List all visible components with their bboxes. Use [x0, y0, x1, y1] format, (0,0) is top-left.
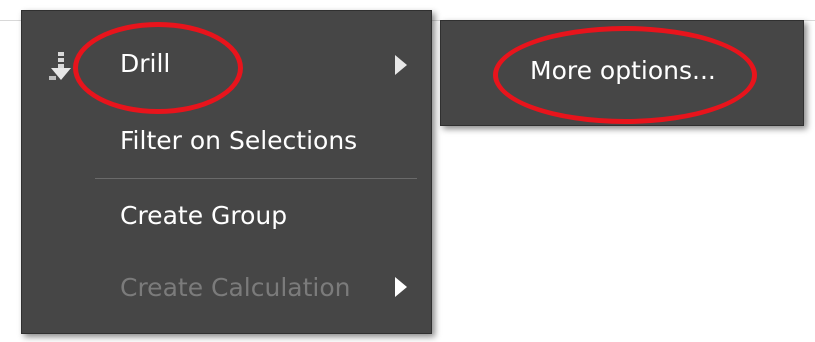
- menu-item-label: Create Calculation: [120, 273, 351, 302]
- submenu-item-more-options[interactable]: More options...: [441, 51, 803, 91]
- menu-item-label: Filter on Selections: [120, 126, 358, 155]
- menu-item-create-group[interactable]: Create Group: [22, 191, 431, 241]
- menu-item-label: Create Group: [120, 201, 288, 230]
- menu-item-drill[interactable]: Drill: [22, 39, 431, 89]
- menu-item-filter-on-selections[interactable]: Filter on Selections: [22, 116, 431, 166]
- menu-item-create-calculation: Create Calculation: [22, 263, 431, 313]
- submenu-arrow-icon: [395, 55, 407, 75]
- screenshot-stage: Drill Filter on Selections Create Group …: [0, 0, 815, 342]
- menu-separator: [95, 178, 417, 179]
- context-menu: Drill Filter on Selections Create Group …: [21, 10, 432, 334]
- submenu-item-label: More options...: [530, 56, 716, 85]
- drill-submenu: More options...: [440, 20, 804, 126]
- submenu-arrow-icon: [395, 277, 407, 297]
- menu-item-label: Drill: [120, 49, 171, 78]
